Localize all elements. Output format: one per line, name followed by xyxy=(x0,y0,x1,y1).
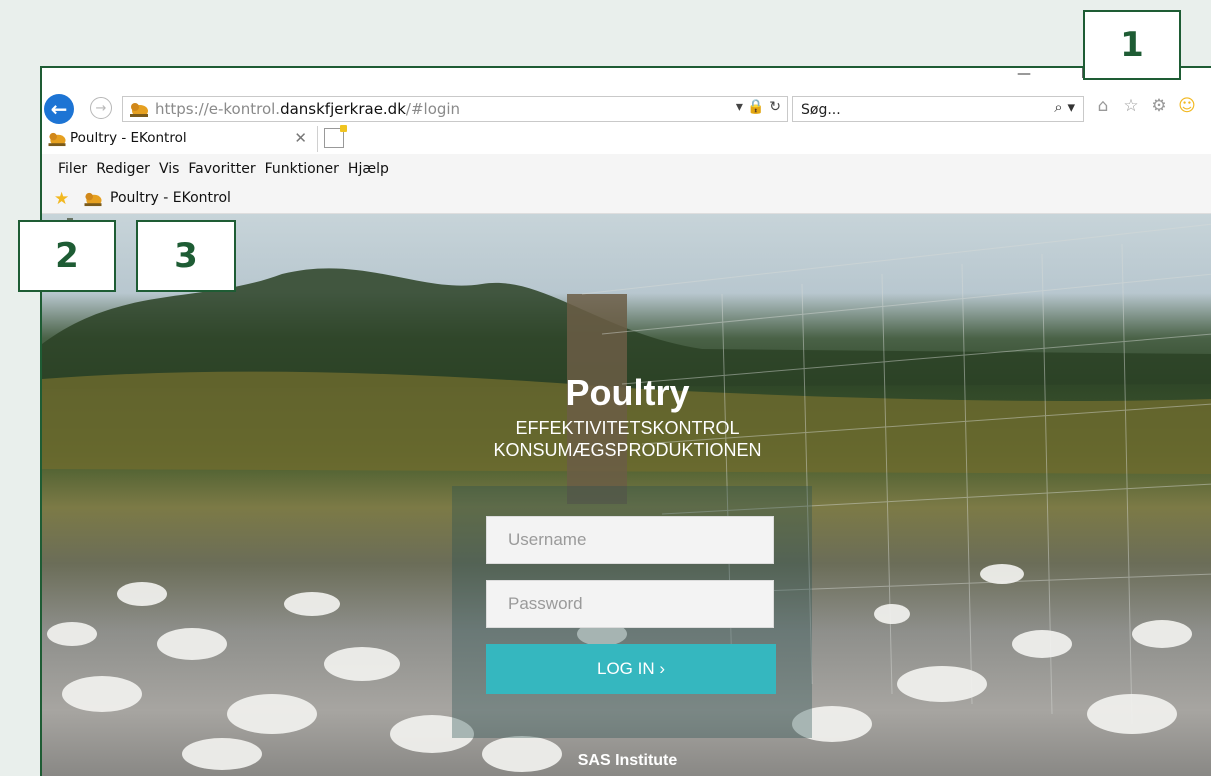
search-box[interactable]: ⌕ ▾ xyxy=(792,96,1084,122)
menu-vis[interactable]: Vis xyxy=(159,161,179,177)
browser-window: — ☐ ✕ ← → https://e-kontrol.danskfjerkra… xyxy=(40,66,1211,776)
password-field[interactable] xyxy=(486,580,774,628)
forward-button[interactable]: → xyxy=(90,97,112,119)
search-input[interactable] xyxy=(799,99,1023,121)
menu-bar: Filer Rediger Vis Favoritter Funktioner … xyxy=(42,154,1211,184)
address-bar[interactable]: https://e-kontrol.danskfjerkrae.dk/#logi… xyxy=(122,96,788,122)
minimize-button[interactable]: — xyxy=(1017,68,1031,82)
address-bar-row: ← → https://e-kontrol.danskfjerkrae.dk/#… xyxy=(42,92,1211,124)
callout-marker-3: 3 xyxy=(136,220,236,292)
menu-funktioner[interactable]: Funktioner xyxy=(265,161,339,177)
favorites-star-icon[interactable]: ☆ xyxy=(1120,95,1142,117)
username-field[interactable] xyxy=(486,516,774,564)
page-subtitle-line1: EFFEKTIVITETSKONTROL xyxy=(515,418,740,438)
footer-credit: SAS Institute xyxy=(577,752,678,769)
url-text: https://e-kontrol.danskfjerkrae.dk/#logi… xyxy=(155,100,461,118)
login-page-background: Poultry EFFEKTIVITETSKONTROL KONSUMÆGSPR… xyxy=(42,214,1211,776)
page-title: Poultry xyxy=(565,372,690,413)
menu-hjaelp[interactable]: Hjælp xyxy=(348,161,389,177)
tab-poultry-ekontrol[interactable]: Poultry - EKontrol ✕ xyxy=(42,126,318,152)
arrow-left-icon: ← xyxy=(50,97,68,121)
back-button[interactable]: ← xyxy=(44,94,74,124)
toolbar-icons: ⌂ ☆ ⚙ ☺ xyxy=(1092,95,1198,117)
menu-rediger[interactable]: Rediger xyxy=(96,161,150,177)
favorites-item-poultry[interactable]: Poultry - EKontrol xyxy=(110,190,231,206)
site-favicon-icon xyxy=(130,103,148,117)
new-tab-button[interactable] xyxy=(324,125,347,148)
favorites-bar: ★ Poultry - EKontrol xyxy=(42,184,1211,214)
arrow-right-icon: → xyxy=(95,100,107,116)
log-in-button[interactable]: LOG IN › xyxy=(486,644,776,694)
page-subtitle-line2: KONSUMÆGSPRODUKTIONEN xyxy=(493,440,762,460)
callout-marker-2: 2 xyxy=(18,220,116,292)
tab-close-icon[interactable]: ✕ xyxy=(294,129,307,147)
search-icon[interactable]: ⌕ ▾ xyxy=(1054,98,1075,116)
site-favicon-icon xyxy=(84,192,102,207)
menu-favoritter[interactable]: Favoritter xyxy=(188,161,255,177)
address-bar-tools[interactable]: ▾ 🔒 ↻ xyxy=(736,99,781,115)
home-icon[interactable]: ⌂ xyxy=(1092,95,1114,117)
add-favorite-star-icon[interactable]: ★ xyxy=(54,189,69,209)
smiley-feedback-icon[interactable]: ☺ xyxy=(1176,95,1198,117)
tab-label: Poultry - EKontrol xyxy=(70,130,187,146)
settings-gear-icon[interactable]: ⚙ xyxy=(1148,95,1170,117)
callout-marker-1: 1 xyxy=(1083,10,1181,80)
tab-strip: Poultry - EKontrol ✕ xyxy=(42,125,1211,152)
menu-filer[interactable]: Filer xyxy=(58,161,87,177)
site-favicon-icon xyxy=(48,132,66,147)
